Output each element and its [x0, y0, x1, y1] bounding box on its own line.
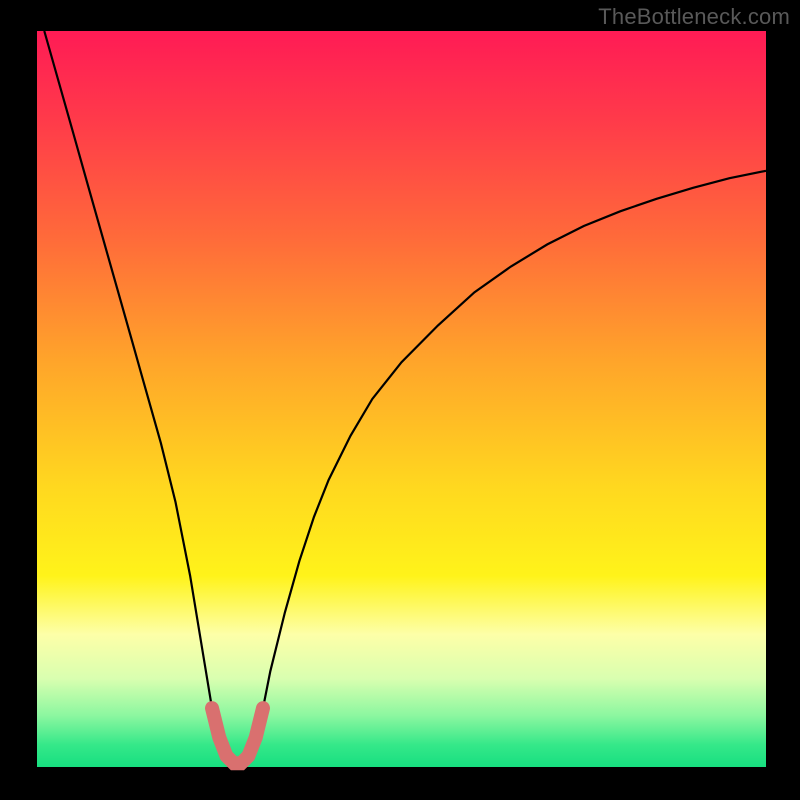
bottleneck-chart — [0, 0, 800, 800]
chart-frame: TheBottleneck.com — [0, 0, 800, 800]
plot-background — [37, 31, 766, 767]
